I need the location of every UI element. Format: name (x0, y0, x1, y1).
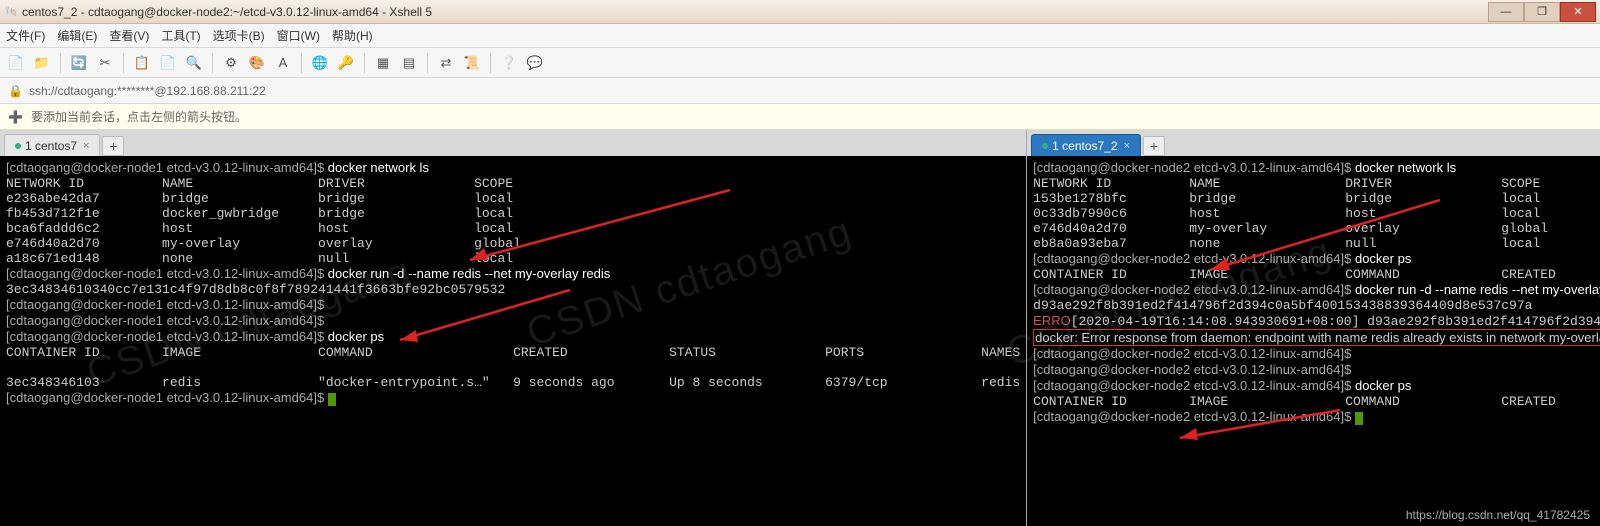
window-title: centos7_2 - cdtaogang@docker-node2:~/etc… (22, 5, 1488, 19)
disconnect-icon[interactable]: ✂ (95, 53, 115, 73)
color-icon[interactable]: 🎨 (247, 53, 267, 73)
terminal-left[interactable]: [cdtaogang@docker-node1 etcd-v3.0.12-lin… (0, 156, 1026, 526)
titlebar: 🐚 centos7_2 - cdtaogang@docker-node2:~/e… (0, 0, 1600, 24)
paste-icon[interactable]: 📄 (158, 53, 178, 73)
address-text[interactable]: ssh://cdtaogang:********@192.168.88.211:… (29, 84, 266, 98)
tab-centos7[interactable]: 1 centos7 × (4, 134, 100, 156)
menubar: 文件(F) 编辑(E) 查看(V) 工具(T) 选项卡(B) 窗口(W) 帮助(… (0, 24, 1600, 48)
footer-url: https://blog.csdn.net/qq_41782425 (1406, 508, 1590, 522)
menu-window[interactable]: 窗口(W) (277, 27, 320, 44)
search-icon[interactable]: 🔍 (184, 53, 204, 73)
globe-icon[interactable]: 🌐 (310, 53, 330, 73)
hint-text: 要添加当前会话，点击左侧的箭头按钮。 (31, 108, 247, 125)
hint-bar: ➕ 要添加当前会话，点击左侧的箭头按钮。 (0, 104, 1600, 130)
tabstrip-left: 1 centos7 × + (0, 130, 1026, 156)
add-session-icon[interactable]: ➕ (8, 110, 23, 124)
properties-icon[interactable]: ⚙ (221, 53, 241, 73)
add-tab-button[interactable]: + (1143, 136, 1165, 156)
tab-label: 1 centos7 (25, 139, 77, 153)
close-icon[interactable]: × (1124, 140, 1130, 152)
chat-icon[interactable]: 💬 (525, 53, 545, 73)
status-dot-icon (1042, 143, 1048, 149)
transfer-icon[interactable]: ⇄ (436, 53, 456, 73)
toolbar: 📄 📁 🔄 ✂ 📋 📄 🔍 ⚙ 🎨 A 🌐 🔑 ▦ ▤ ⇄ 📜 ❔ 💬 (0, 48, 1600, 78)
menu-tab[interactable]: 选项卡(B) (213, 27, 265, 44)
menu-edit[interactable]: 编辑(E) (57, 27, 97, 44)
left-pane: 1 centos7 × + [cdtaogang@docker-node1 et… (0, 130, 1027, 526)
font-icon[interactable]: A (273, 53, 293, 73)
menu-tools[interactable]: 工具(T) (161, 27, 200, 44)
tab-label: 1 centos7_2 (1052, 139, 1117, 153)
close-icon[interactable]: × (83, 140, 89, 152)
maximize-button[interactable]: ❐ (1524, 2, 1560, 22)
lock-icon: 🔒 (8, 84, 23, 98)
close-button[interactable]: ✕ (1560, 2, 1596, 22)
open-icon[interactable]: 📁 (32, 53, 52, 73)
tab-centos7-2[interactable]: 1 centos7_2 × (1031, 134, 1141, 156)
split-panes: 1 centos7 × + [cdtaogang@docker-node1 et… (0, 130, 1600, 526)
minimize-button[interactable]: — (1488, 2, 1524, 22)
terminal-right[interactable]: [cdtaogang@docker-node2 etcd-v3.0.12-lin… (1027, 156, 1600, 526)
key-icon[interactable]: 🔑 (336, 53, 356, 73)
reconnect-icon[interactable]: 🔄 (69, 53, 89, 73)
tabstrip-right: 1 centos7_2 × + (1027, 130, 1600, 156)
copy-icon[interactable]: 📋 (132, 53, 152, 73)
tile-icon[interactable]: ▦ (373, 53, 393, 73)
menu-help[interactable]: 帮助(H) (332, 27, 373, 44)
help-icon[interactable]: ❔ (499, 53, 519, 73)
status-dot-icon (15, 143, 21, 149)
address-bar: 🔒 ssh://cdtaogang:********@192.168.88.21… (0, 78, 1600, 104)
menu-view[interactable]: 查看(V) (109, 27, 149, 44)
right-pane: 1 centos7_2 × + [cdtaogang@docker-node2 … (1027, 130, 1600, 526)
app-icon: 🐚 (4, 5, 18, 19)
cascade-icon[interactable]: ▤ (399, 53, 419, 73)
new-session-icon[interactable]: 📄 (6, 53, 26, 73)
add-tab-button[interactable]: + (102, 136, 124, 156)
menu-file[interactable]: 文件(F) (6, 27, 45, 44)
window-buttons: — ❐ ✕ (1488, 2, 1596, 22)
script-icon[interactable]: 📜 (462, 53, 482, 73)
